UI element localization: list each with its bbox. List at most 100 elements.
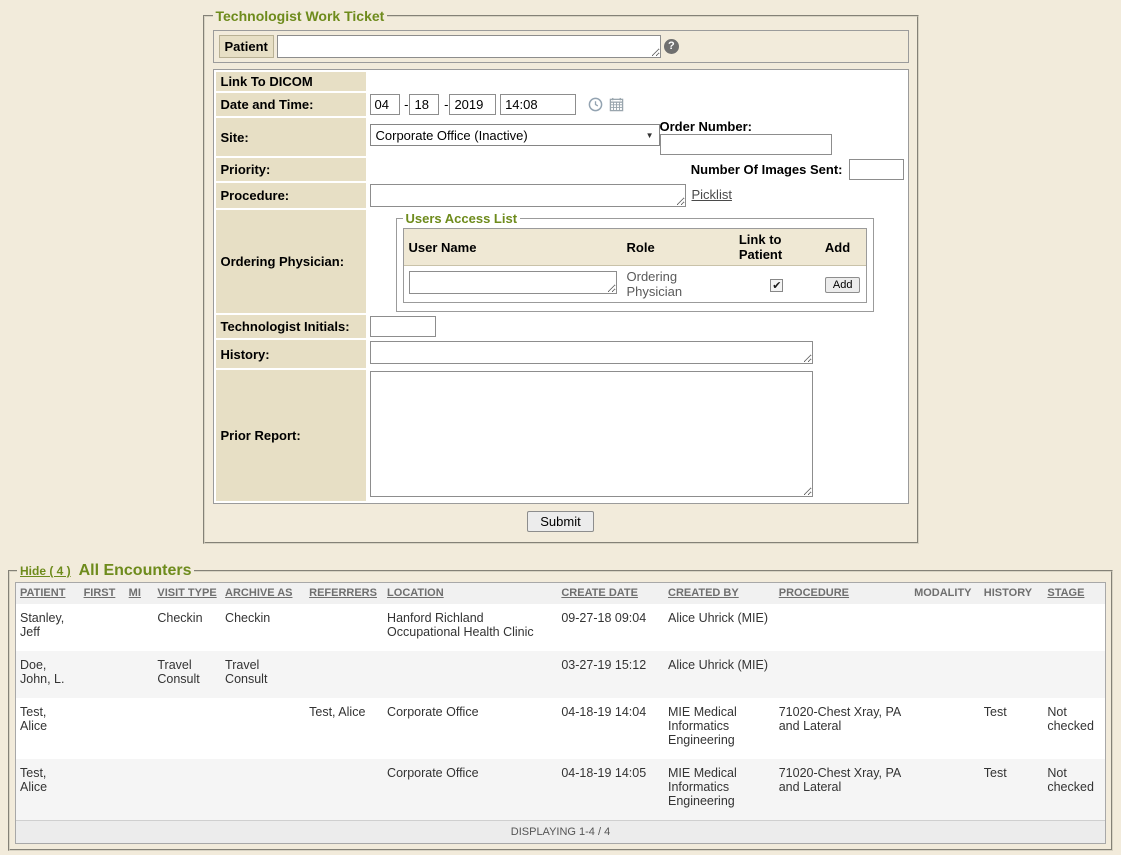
- column-header-location[interactable]: LOCATION: [387, 587, 444, 599]
- encounter-cell: Not checked: [1043, 698, 1105, 759]
- encounter-cell: MIE Medical Informatics Engineering: [664, 759, 775, 821]
- technologist-initials-row: Technologist Initials:: [216, 315, 906, 338]
- add-user-button[interactable]: Add: [825, 277, 861, 293]
- technologist-work-ticket-panel: Technologist Work Ticket Patient ? Link …: [203, 8, 919, 544]
- encounter-cell: [910, 604, 980, 651]
- encounter-cell: [910, 651, 980, 698]
- column-header-create-date[interactable]: CREATE DATE: [561, 587, 638, 599]
- encounter-cell: [221, 698, 305, 759]
- patient-label: Patient: [219, 35, 274, 58]
- users-access-list-title: Users Access List: [403, 211, 521, 226]
- time-input[interactable]: [500, 94, 576, 115]
- encounter-cell: [125, 651, 154, 698]
- submit-button[interactable]: Submit: [527, 511, 593, 532]
- encounter-cell: Doe, John, L.: [16, 651, 80, 698]
- encounter-row[interactable]: Doe, John, L. Travel ConsultTravel Consul…: [16, 651, 1105, 698]
- column-header-visit-type[interactable]: VISIT TYPE: [157, 587, 216, 599]
- ordering-physician-row: Ordering Physician: Users Access List Us…: [216, 210, 906, 313]
- patient-input[interactable]: [277, 35, 661, 58]
- encounter-cell: Corporate Office: [383, 698, 557, 759]
- column-header-referrers[interactable]: REFERRERS: [309, 587, 377, 599]
- encounter-cell: Travel Consult: [153, 651, 221, 698]
- link-to-patient-checkbox[interactable]: ✔: [770, 279, 783, 292]
- encounter-cell: Stanley, Jeff: [16, 604, 80, 651]
- encounter-row[interactable]: Test, AliceCorporate Office04-18-19 14:0…: [16, 759, 1105, 821]
- site-selected-value: Corporate Office (Inactive): [376, 128, 528, 143]
- prior-report-input[interactable]: [370, 371, 813, 497]
- column-header-created-by[interactable]: CREATED BY: [668, 587, 739, 599]
- encounter-cell: Test, Alice: [16, 759, 80, 821]
- order-number-input[interactable]: [660, 134, 832, 155]
- encounter-cell: Travel Consult: [221, 651, 305, 698]
- images-sent-input[interactable]: [849, 159, 904, 180]
- ticket-form-table: Link To DICOM Date and Time: - -: [213, 69, 909, 504]
- encounter-cell: Test: [980, 698, 1044, 759]
- encounter-cell: 03-27-19 15:12: [557, 651, 664, 698]
- technologist-initials-input[interactable]: [370, 316, 436, 337]
- history-label: History:: [216, 340, 366, 368]
- encounter-cell: [153, 759, 221, 821]
- images-sent-label: Number Of Images Sent:: [691, 162, 843, 177]
- encounter-cell: [305, 651, 383, 698]
- history-input[interactable]: [370, 341, 813, 364]
- date-month-input[interactable]: [370, 94, 400, 115]
- site-label: Site:: [216, 118, 366, 156]
- encounter-cell: [305, 759, 383, 821]
- encounter-cell: [80, 604, 125, 651]
- encounter-cell: [980, 651, 1044, 698]
- column-header-patient[interactable]: PATIENT: [20, 587, 65, 599]
- priority-row: Priority: Number Of Images Sent:: [216, 158, 906, 181]
- encounter-cell: Alice Uhrick (MIE): [664, 604, 775, 651]
- order-number-label: Order Number:: [660, 119, 752, 134]
- date-day-input[interactable]: [409, 94, 439, 115]
- encounter-cell: MIE Medical Informatics Engineering: [664, 698, 775, 759]
- column-header-stage[interactable]: STAGE: [1047, 587, 1084, 599]
- encounter-cell: Alice Uhrick (MIE): [664, 651, 775, 698]
- link-to-dicom-row: Link To DICOM: [216, 72, 906, 91]
- date-time-row: Date and Time: - -: [216, 93, 906, 116]
- column-header-archive-as[interactable]: ARCHIVE AS: [225, 587, 292, 599]
- displaying-count: DISPLAYING 1-4 / 4: [16, 821, 1105, 844]
- encounter-cell: [910, 698, 980, 759]
- procedure-input[interactable]: [370, 184, 686, 207]
- encounter-row[interactable]: Test, AliceTest, AliceCorporate Office04…: [16, 698, 1105, 759]
- history-row: History:: [216, 340, 906, 368]
- date-year-input[interactable]: [449, 94, 496, 115]
- all-encounters-panel: Hide ( 4 ) All Encounters PATIENTFIRSTMI…: [8, 562, 1113, 851]
- picklist-link[interactable]: Picklist: [692, 187, 732, 202]
- column-header-procedure[interactable]: PROCEDURE: [779, 587, 849, 599]
- column-header-first[interactable]: FIRST: [84, 587, 116, 599]
- hide-encounters-link[interactable]: Hide ( 4 ): [20, 564, 71, 578]
- encounters-table: PATIENT FIRST MI VISIT TYPE ARCHIVE AS REFERR…: [16, 583, 1105, 843]
- date-time-label: Date and Time:: [216, 93, 366, 116]
- encounter-row[interactable]: Stanley, JeffCheckinCheckinHanford Richl…: [16, 604, 1105, 651]
- role-value: Ordering Physician: [627, 269, 683, 299]
- encounter-cell: [910, 759, 980, 821]
- prior-report-row: Prior Report:: [216, 370, 906, 501]
- encounter-cell: Test, Alice: [305, 698, 383, 759]
- site-select[interactable]: Corporate Office (Inactive) ▼: [370, 124, 660, 146]
- technologist-initials-label: Technologist Initials:: [216, 315, 366, 338]
- patient-row: Patient ?: [213, 30, 909, 63]
- panel-title: Technologist Work Ticket: [213, 8, 388, 24]
- users-access-list-entry-row: Ordering Physician ✔ Add: [404, 266, 866, 303]
- clock-icon[interactable]: [588, 97, 603, 115]
- date-separator: -: [404, 97, 408, 112]
- users-access-list-header-row: User Name Role Link to Patient Add: [404, 229, 866, 266]
- encounter-cell: 04-18-19 14:04: [557, 698, 664, 759]
- encounter-cell: [80, 759, 125, 821]
- encounter-cell: [1043, 651, 1105, 698]
- calendar-icon[interactable]: [609, 97, 624, 115]
- user-name-input[interactable]: [409, 271, 617, 294]
- column-header-modality: MODALITY: [914, 587, 971, 599]
- encounter-cell: [980, 604, 1044, 651]
- encounter-cell: [383, 651, 557, 698]
- column-header-mi[interactable]: MI: [129, 587, 141, 599]
- priority-label: Priority:: [216, 158, 366, 181]
- encounter-cell: Test, Alice: [16, 698, 80, 759]
- encounter-cell: 09-27-18 09:04: [557, 604, 664, 651]
- help-icon[interactable]: ?: [664, 39, 679, 54]
- encounter-cell: 71020-Chest Xray, PA and Lateral: [775, 698, 910, 759]
- encounter-cell: Test: [980, 759, 1044, 821]
- add-column-header: Add: [820, 229, 866, 266]
